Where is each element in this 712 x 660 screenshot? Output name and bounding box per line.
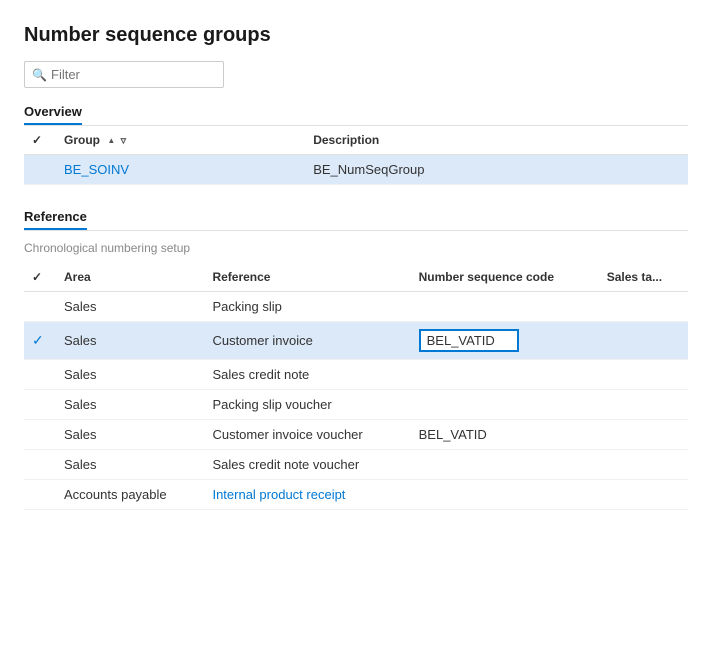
table-row[interactable]: ✓ SalesCustomer invoice — [24, 322, 688, 360]
row-num-seq-code — [409, 390, 597, 420]
row-num-seq-code[interactable] — [409, 322, 597, 360]
row-sales-ta — [597, 390, 688, 420]
ref-col-reference: Reference — [202, 263, 408, 292]
table-row[interactable]: SalesPacking slip voucher — [24, 390, 688, 420]
search-icon: 🔍 — [32, 68, 47, 82]
row-num-seq-code — [409, 480, 597, 510]
row-num-seq-code — [409, 450, 597, 480]
row-reference: Customer invoice — [202, 322, 408, 360]
ref-check-header: ✓ — [32, 270, 42, 284]
overview-tab[interactable]: Overview — [24, 104, 82, 125]
row-reference: Customer invoice voucher — [202, 420, 408, 450]
check-header-icon: ✓ — [32, 133, 42, 147]
row-check — [24, 420, 54, 450]
reference-section: Reference Chronological numbering setup … — [24, 209, 688, 510]
table-row[interactable]: SalesPacking slip — [24, 292, 688, 322]
reference-tab[interactable]: Reference — [24, 209, 87, 230]
group-link[interactable]: BE_SOINV — [64, 162, 129, 177]
overview-col-group: Group ▲ ▿ — [54, 126, 303, 155]
table-row[interactable]: SalesCustomer invoice voucherBEL_VATID — [24, 420, 688, 450]
overview-col-description: Description — [303, 126, 688, 155]
table-row[interactable]: Accounts payable Internal product receipt — [24, 480, 688, 510]
row-sales-ta — [597, 450, 688, 480]
overview-table: ✓ Group ▲ ▿ Description — [24, 126, 688, 185]
row-check — [24, 390, 54, 420]
filter-wrapper: 🔍 — [24, 61, 224, 88]
row-sales-ta — [597, 360, 688, 390]
row-reference: Sales credit note — [202, 360, 408, 390]
row-num-seq-code: BEL_VATID — [409, 420, 597, 450]
row-check — [24, 360, 54, 390]
table-row[interactable]: SalesSales credit note — [24, 360, 688, 390]
page-container: Number sequence groups 🔍 Overview ✓ Grou… — [0, 0, 712, 660]
chronological-label: Chronological numbering setup — [24, 241, 688, 255]
row-area: Sales — [54, 450, 202, 480]
row-check — [24, 480, 54, 510]
ref-link[interactable]: Internal product receipt — [212, 487, 345, 502]
row-area: Sales — [54, 420, 202, 450]
overview-section: Overview ✓ Group ▲ ▿ — [24, 104, 688, 185]
row-area: Sales — [54, 360, 202, 390]
row-check — [24, 155, 54, 185]
row-sales-ta — [597, 322, 688, 360]
row-area: Sales — [54, 322, 202, 360]
table-row[interactable]: SalesSales credit note voucher — [24, 450, 688, 480]
sort-up-icon: ▲ — [107, 137, 115, 145]
checkmark-icon: ✓ — [32, 332, 44, 348]
filter-input[interactable] — [24, 61, 224, 88]
reference-table-wrapper: ✓ Area Reference Number sequence code Sa — [24, 263, 688, 510]
overview-col-check: ✓ — [24, 126, 54, 155]
row-sales-ta — [597, 480, 688, 510]
table-row[interactable]: BE_SOINV BE_NumSeqGroup — [24, 155, 688, 185]
row-reference: Packing slip voucher — [202, 390, 408, 420]
row-reference: Sales credit note voucher — [202, 450, 408, 480]
row-sales-ta — [597, 420, 688, 450]
col-filter-icon[interactable]: ▿ — [121, 135, 127, 147]
sort-icons[interactable]: ▲ — [107, 137, 115, 145]
ref-col-num-seq: Number sequence code — [409, 263, 597, 292]
reference-table: ✓ Area Reference Number sequence code Sa — [24, 263, 688, 510]
ref-col-area: Area — [54, 263, 202, 292]
row-group: BE_SOINV — [54, 155, 303, 185]
num-seq-input[interactable] — [419, 329, 519, 352]
row-num-seq-code — [409, 360, 597, 390]
ref-col-sales-ta: Sales ta... — [597, 263, 688, 292]
row-check — [24, 450, 54, 480]
row-area: Sales — [54, 292, 202, 322]
row-description: BE_NumSeqGroup — [303, 155, 688, 185]
row-reference: Packing slip — [202, 292, 408, 322]
page-title: Number sequence groups — [24, 24, 688, 47]
row-num-seq-code — [409, 292, 597, 322]
ref-col-check: ✓ — [24, 263, 54, 292]
row-reference: Internal product receipt — [202, 480, 408, 510]
row-sales-ta — [597, 292, 688, 322]
row-area: Sales — [54, 390, 202, 420]
row-check: ✓ — [24, 322, 54, 360]
overview-table-wrapper: ✓ Group ▲ ▿ Description — [24, 126, 688, 185]
row-check — [24, 292, 54, 322]
row-area: Accounts payable — [54, 480, 202, 510]
